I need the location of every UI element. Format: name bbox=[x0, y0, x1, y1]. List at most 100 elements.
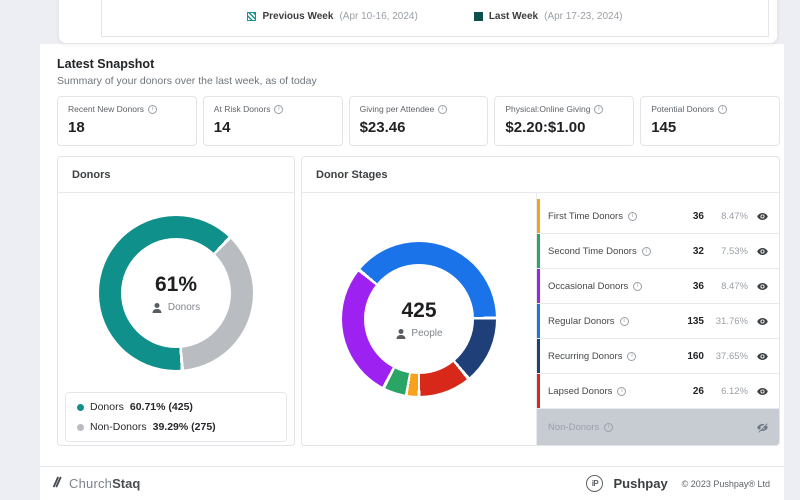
person-icon bbox=[395, 329, 406, 339]
info-icon[interactable] bbox=[148, 104, 158, 114]
brand-staq-text: Staq bbox=[112, 476, 141, 491]
stage-count: 26 bbox=[692, 385, 704, 397]
eye-icon[interactable] bbox=[756, 280, 769, 293]
stage-label: Second Time Donors bbox=[548, 245, 637, 257]
info-icon[interactable] bbox=[641, 246, 651, 256]
eye-off-icon[interactable] bbox=[756, 421, 769, 434]
churchstaq-slashes-icon bbox=[50, 475, 64, 492]
snapshot-cards-row: Recent New Donors 18 At Risk Donors 14 G… bbox=[57, 96, 780, 146]
dashboard-content: Previous Week (Apr 10-16, 2024) Last Wee… bbox=[40, 0, 784, 500]
stage-row-non-donors: Non-Donors bbox=[537, 409, 779, 445]
info-icon[interactable] bbox=[594, 104, 604, 114]
eye-icon[interactable] bbox=[756, 350, 769, 363]
stage-percent: 8.47% bbox=[721, 280, 748, 292]
info-icon[interactable] bbox=[627, 351, 637, 361]
section-title: Latest Snapshot bbox=[57, 57, 155, 71]
stat-value: 18 bbox=[68, 119, 85, 136]
donors-percent-value: 61% bbox=[154, 273, 198, 296]
legend-previous-week[interactable]: Previous Week (Apr 10-16, 2024) bbox=[247, 10, 418, 22]
legend-dates: (Apr 10-16, 2024) bbox=[339, 10, 418, 22]
legend-label: Previous Week bbox=[262, 10, 334, 22]
stat-value: $23.46 bbox=[359, 119, 406, 136]
info-icon[interactable] bbox=[604, 422, 614, 432]
stage-count: 32 bbox=[692, 245, 704, 257]
legend-value: 60.71% (425) bbox=[129, 401, 193, 413]
legend-dates: (Apr 17-23, 2024) bbox=[544, 10, 623, 22]
legend-label: Non-Donors bbox=[90, 421, 147, 433]
stage-percent: 31.76% bbox=[715, 315, 748, 327]
stage-row-second-time-donors: Second Time Donors 32 7.53% bbox=[537, 234, 779, 269]
stat-label: Potential Donors bbox=[651, 104, 715, 114]
stat-card-giving-per-attendee: Giving per Attendee $23.46 bbox=[348, 96, 489, 146]
stage-percent: 7.53% bbox=[721, 245, 748, 257]
stat-label: At Risk Donors bbox=[213, 104, 271, 114]
eye-icon[interactable] bbox=[756, 245, 769, 258]
stage-count: 160 bbox=[687, 350, 704, 362]
stage-count: 135 bbox=[687, 315, 704, 327]
stat-value: 14 bbox=[213, 119, 231, 136]
stage-row-first-time-donors: First Time Donors 36 8.47% bbox=[537, 199, 779, 234]
stat-value: $2.20:$1.00 bbox=[505, 119, 586, 136]
stat-value: 145 bbox=[651, 119, 677, 136]
info-icon[interactable] bbox=[274, 104, 284, 114]
stages-list: First Time Donors 36 8.47% Second Time D… bbox=[536, 193, 779, 445]
eye-icon[interactable] bbox=[756, 315, 769, 328]
stages-donut-chart: 425 People bbox=[342, 242, 496, 396]
copyright-text: © 2023 Pushpay® Ltd bbox=[681, 478, 770, 489]
section-subtitle: Summary of your donors over the last wee… bbox=[57, 75, 317, 87]
info-icon[interactable] bbox=[438, 104, 448, 114]
pushpay-branding: iP Pushpay © 2023 Pushpay® Ltd bbox=[586, 475, 770, 492]
stage-accent-bar bbox=[537, 234, 540, 268]
stages-chart-area: 425 People bbox=[302, 193, 536, 445]
legend-value: 39.29% (275) bbox=[152, 421, 216, 433]
stage-accent-bar bbox=[537, 339, 540, 373]
person-icon bbox=[152, 303, 163, 313]
previous-week-swatch-icon bbox=[247, 11, 257, 21]
donors-legend-box: Donors 60.71% (425) Non-Donors 39.29% (2… bbox=[65, 392, 287, 442]
latest-snapshot-section: Latest Snapshot Summary of your donors o… bbox=[40, 44, 784, 146]
stage-row-lapsed-donors: Lapsed Donors 26 6.12% bbox=[537, 374, 779, 409]
weekly-chart-card: Previous Week (Apr 10-16, 2024) Last Wee… bbox=[58, 0, 778, 44]
stage-accent-bar bbox=[537, 304, 540, 338]
stage-accent-bar bbox=[537, 199, 540, 233]
info-icon[interactable] bbox=[718, 104, 728, 114]
top-chart-strip: Previous Week (Apr 10-16, 2024) Last Wee… bbox=[40, 0, 784, 44]
stage-percent: 37.65% bbox=[715, 350, 748, 362]
donut-center-label: People bbox=[411, 328, 443, 339]
info-icon[interactable] bbox=[633, 281, 643, 291]
legend-row-donors: Donors 60.71% (425) bbox=[77, 401, 275, 413]
legend-label: Donors bbox=[90, 401, 124, 413]
donut-center: 61% Donors bbox=[99, 216, 253, 370]
eye-icon[interactable] bbox=[756, 210, 769, 223]
donor-stages-body: 425 People First Time Donors 36 bbox=[302, 193, 779, 445]
donor-stages-panel-title: Donor Stages bbox=[302, 157, 779, 193]
footer: ChurchStaq iP Pushpay © 2023 Pushpay® Lt… bbox=[40, 466, 784, 500]
info-icon[interactable] bbox=[617, 386, 627, 396]
stage-count: 36 bbox=[692, 280, 704, 292]
donut-center-label: Donors bbox=[167, 302, 201, 313]
donor-stages-panel: Donor Stages 425 People First Time Donor… bbox=[301, 156, 780, 446]
info-icon[interactable] bbox=[627, 211, 637, 221]
stat-card-physical-online-giving: Physical:Online Giving $2.20:$1.00 bbox=[494, 96, 635, 146]
legend-row-non-donors: Non-Donors 39.29% (275) bbox=[77, 421, 275, 433]
donors-dot-icon bbox=[77, 403, 84, 411]
stage-label: Occasional Donors bbox=[548, 280, 629, 292]
stage-label: Non-Donors bbox=[548, 421, 600, 433]
stat-label: Recent New Donors bbox=[68, 104, 145, 114]
pushpay-name: Pushpay bbox=[613, 476, 668, 491]
stage-accent-bar bbox=[537, 374, 540, 408]
legend-label: Last Week bbox=[488, 10, 539, 22]
stage-count: 36 bbox=[692, 210, 704, 222]
eye-icon[interactable] bbox=[756, 385, 769, 398]
stage-row-recurring-donors: Recurring Donors 160 37.65% bbox=[537, 339, 779, 374]
stage-row-regular-donors: Regular Donors 135 31.76% bbox=[537, 304, 779, 339]
donors-panel-body: 61% Donors Donors 60.71% (425) Non-Donor… bbox=[58, 193, 294, 445]
info-icon[interactable] bbox=[619, 316, 629, 326]
churchstaq-logo: ChurchStaq bbox=[50, 475, 140, 492]
stage-label: Regular Donors bbox=[548, 315, 615, 327]
donors-panel-title: Donors bbox=[58, 157, 294, 193]
pushpay-logo-icon: iP bbox=[586, 475, 604, 492]
stage-percent: 6.12% bbox=[721, 385, 748, 397]
stage-accent-bar bbox=[537, 269, 540, 303]
legend-last-week[interactable]: Last Week (Apr 17-23, 2024) bbox=[473, 10, 623, 22]
